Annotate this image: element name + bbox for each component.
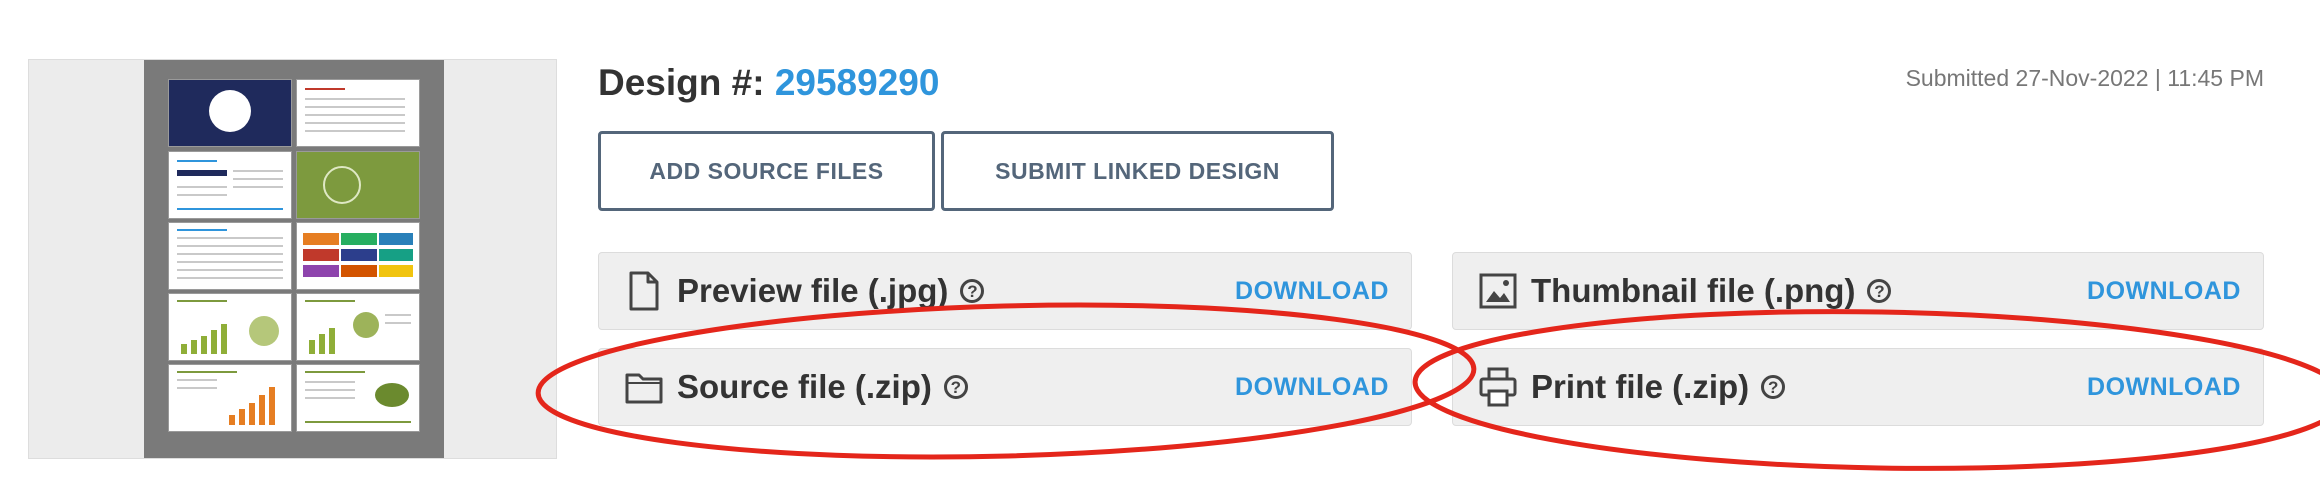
mini-page-growth-chart [169,365,291,431]
mini-page-illustration [297,152,419,218]
source-file-download-link[interactable]: DOWNLOAD [1235,373,1389,402]
mini-page-chart-text [297,294,419,360]
submitted-timestamp: Submitted 27-Nov-2022 | 11:45 PM [1905,65,2264,91]
design-number-link[interactable]: 29589290 [775,62,940,103]
mini-page-summary [297,365,419,431]
mini-page-bar-chart [169,294,291,360]
mini-page-contents [297,80,419,146]
design-number-label: Design #: [598,62,765,103]
help-icon[interactable]: ? [960,279,985,303]
mini-page-table [169,223,291,289]
design-number-heading: Design #: 29589290 [598,62,939,104]
help-icon[interactable]: ? [1867,279,1892,303]
printer-icon [1479,366,1517,408]
submit-linked-design-button[interactable]: SUBMIT LINKED DESIGN [941,131,1334,211]
mini-page-cover [169,80,291,146]
image-icon [1479,270,1517,312]
folder-icon [625,366,663,408]
preview-file-label: Preview file (.jpg) [677,272,949,309]
preview-file-row: Preview file (.jpg) ? DOWNLOAD [598,252,1412,330]
preview-page-spread [144,60,444,458]
mini-page-color-grid [297,223,419,289]
mini-page-intro [169,152,291,218]
preview-file-download-link[interactable]: DOWNLOAD [1235,277,1389,306]
thumbnail-file-label: Thumbnail file (.png) [1531,272,1856,309]
add-source-files-button[interactable]: ADD SOURCE FILES [598,131,935,211]
thumbnail-file-download-link[interactable]: DOWNLOAD [2087,277,2241,306]
design-preview-thumbnail[interactable] [28,59,557,459]
print-file-label: Print file (.zip) [1531,368,1750,405]
help-icon[interactable]: ? [1761,375,1786,399]
thumbnail-file-row: Thumbnail file (.png) ? DOWNLOAD [1452,252,2264,330]
document-icon [625,270,663,312]
source-file-label: Source file (.zip) [677,368,932,405]
print-file-row: Print file (.zip) ? DOWNLOAD [1452,348,2264,426]
source-file-row: Source file (.zip) ? DOWNLOAD [598,348,1412,426]
help-icon[interactable]: ? [943,375,968,399]
print-file-download-link[interactable]: DOWNLOAD [2087,373,2241,402]
